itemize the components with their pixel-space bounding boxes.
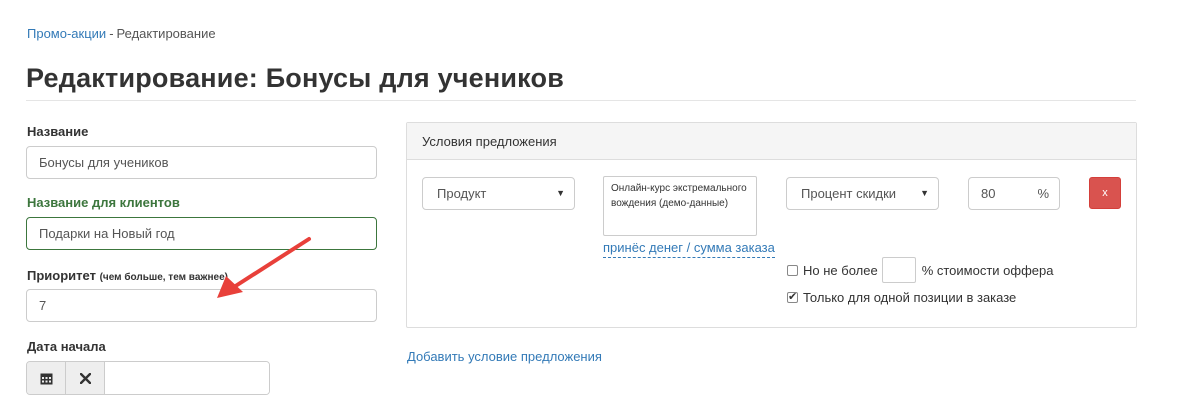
discount-type-select[interactable]: Процент скидки ▼ <box>786 177 939 210</box>
calendar-icon-svg <box>40 373 52 384</box>
single-position-label: Только для одной позиции в заказе <box>803 290 1017 305</box>
max-percent-input[interactable] <box>881 257 916 283</box>
page-title: Редактирование: Бонусы для учеников <box>26 63 565 93</box>
max-percent-checkbox[interactable] <box>787 264 798 276</box>
conditions-heading: Условия предложения <box>407 123 1136 160</box>
priority-label: Приоритет (чем больше, тем важнее) <box>27 268 228 283</box>
calendar-icon[interactable] <box>27 362 66 394</box>
breadcrumb-current: Редактирование <box>116 26 216 41</box>
name-input[interactable]: Бонусы для учеников <box>26 146 377 179</box>
discount-type-value: Процент скидки <box>801 186 897 201</box>
discount-value-input[interactable]: 80 % <box>968 177 1060 210</box>
priority-input[interactable]: 7 <box>26 289 377 322</box>
percent-unit: % <box>1037 186 1049 201</box>
max-percent-label: Но не более <box>803 262 878 278</box>
start-date-group <box>26 361 270 395</box>
discount-value: 80 <box>981 186 996 201</box>
single-position-row: Только для одной позиции в заказе <box>787 290 1016 305</box>
clear-icon[interactable] <box>66 362 105 394</box>
clear-icon-svg <box>79 372 91 384</box>
caret-down-icon: ▼ <box>556 188 565 198</box>
money-order-link[interactable]: принёс денег / сумма заказа <box>603 240 775 258</box>
priority-hint: (чем больше, тем важнее) <box>99 272 228 283</box>
title-divider <box>26 100 1136 101</box>
single-position-checkbox[interactable] <box>787 290 798 303</box>
breadcrumb-link-promos[interactable]: Промо-акции <box>27 26 106 41</box>
client-name-label: Название для клиентов <box>27 195 180 210</box>
priority-label-text: Приоритет <box>27 268 96 283</box>
delete-condition-button[interactable]: x <box>1089 177 1121 209</box>
breadcrumb-separator: - <box>109 26 114 41</box>
caret-down-icon: ▼ <box>920 188 929 198</box>
breadcrumb: Промо-акции - Редактирование <box>27 26 216 41</box>
conditions-panel: Условия предложения <box>406 122 1137 328</box>
client-name-input[interactable]: Подарки на Новый год <box>26 217 377 250</box>
product-field[interactable]: Онлайн-курс экстремального вождения (дем… <box>603 176 757 236</box>
start-date-input[interactable] <box>105 362 269 394</box>
condition-type-select[interactable]: Продукт ▼ <box>422 177 575 210</box>
max-percent-suffix: % стоимости оффера <box>921 262 1054 278</box>
start-date-label: Дата начала <box>27 339 106 354</box>
name-label: Название <box>27 124 89 139</box>
max-percent-row: Но не более % стоимости оффера <box>787 257 1053 283</box>
condition-type-value: Продукт <box>437 186 487 201</box>
add-condition-link[interactable]: Добавить условие предложения <box>407 349 602 364</box>
